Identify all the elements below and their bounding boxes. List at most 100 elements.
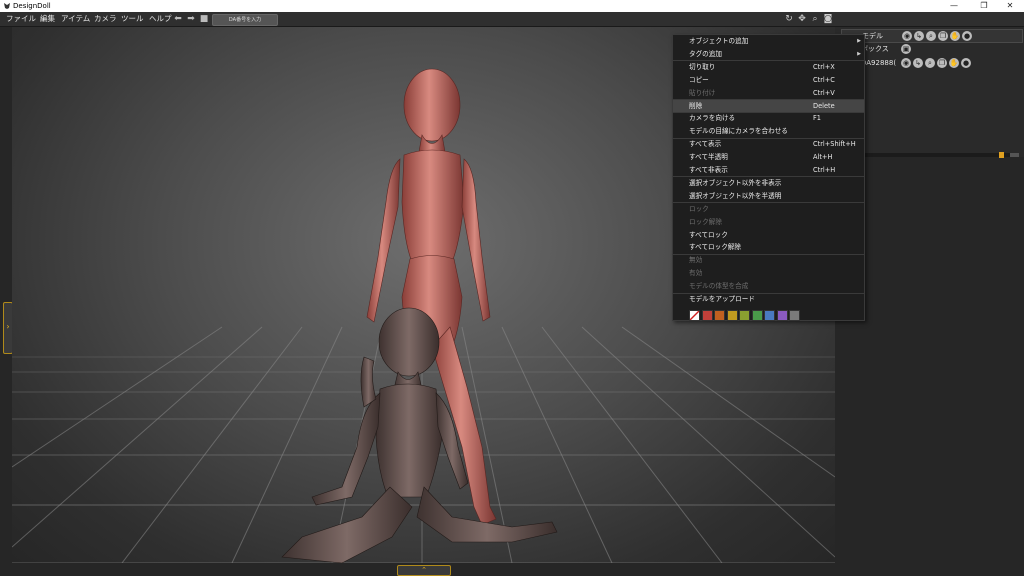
context-menu-item[interactable]: オブジェクトの追加 ▶ [673, 35, 864, 48]
context-menu-item[interactable]: すべてロック解除 [673, 241, 864, 254]
context-menu-item-label: 削除 [689, 101, 703, 110]
context-menu-item-label: すべてロック解除 [689, 243, 742, 252]
no-color-icon [689, 310, 700, 321]
bottom-panel-gutter: ⌃ [12, 563, 835, 576]
menu-edit[interactable]: 編集 [40, 13, 55, 25]
context-menu-item-label: 無効 [689, 256, 703, 265]
context-menu-item[interactable]: モデルをアップロード [673, 293, 864, 306]
context-menu-item-label: モデルの目線にカメラを合わせる [689, 127, 788, 136]
rotate-icon[interactable]: ↻ [784, 14, 794, 24]
eye-icon[interactable]: ◉ [901, 58, 911, 68]
bottom-panel-toggle[interactable]: ⌃ [397, 565, 451, 576]
back-arrow-icon[interactable]: ⬅ [172, 14, 184, 24]
color-swatch[interactable] [776, 310, 788, 321]
context-menu-item[interactable]: すべて非表示 Ctrl+H [673, 164, 864, 177]
copy-icon[interactable]: ❐ [938, 31, 948, 41]
search-icon[interactable]: ⌕ [926, 31, 936, 41]
row-icons: ▣ [901, 43, 913, 55]
app-logo-icon [4, 3, 10, 9]
context-menu-shortcut: Ctrl+H [813, 166, 836, 174]
context-menu-shortcut: F1 [813, 114, 821, 123]
slider-end [1010, 153, 1019, 157]
context-menu-item[interactable]: 削除 Delete [673, 99, 864, 113]
menu-camera[interactable]: カメラ [94, 13, 117, 25]
context-menu-item: 無効 [673, 254, 864, 267]
context-menu-item: ロック解除 [673, 216, 864, 229]
context-menu-item[interactable]: タグの追加 ▶ [673, 48, 864, 61]
context-menu-item[interactable]: すべて表示 Ctrl+Shift+H [673, 138, 864, 151]
camera-icon[interactable]: ◙ [823, 14, 833, 24]
color-swatch[interactable] [714, 310, 725, 321]
tree-row-label: DA92888( [861, 59, 897, 67]
context-menu-item[interactable]: コピー Ctrl+C [673, 74, 864, 87]
lock-icon[interactable]: ● [962, 31, 972, 41]
context-menu-item-label: 選択オブジェクト以外を非表示 [689, 178, 782, 187]
da-number-input[interactable]: DA番号を入力 [212, 14, 278, 26]
context-menu-item[interactable]: カメラを向ける F1 [673, 112, 864, 125]
app-title: DesignDoll [13, 2, 51, 10]
color-swatch[interactable] [764, 310, 775, 321]
tree-row-model[interactable]: モデル ◉ ↳ ⌕ ❐ ✋ ● [841, 29, 1023, 43]
move-icon[interactable]: ✥ [797, 14, 807, 24]
context-menu-item-label: ロック解除 [689, 217, 722, 226]
title-bar: DesignDoll — ❐ ✕ [0, 0, 1024, 12]
context-menu-item-label: すべて表示 [689, 140, 722, 149]
color-swatch[interactable] [739, 310, 750, 321]
context-menu-item[interactable]: 切り取り Ctrl+X [673, 61, 864, 74]
context-menu-item-label: すべて半透明 [689, 153, 728, 162]
context-menu-item[interactable]: モデルの目線にカメラを合わせる [673, 125, 864, 138]
zoom-icon[interactable]: ⌕ [810, 14, 820, 24]
link-icon[interactable]: ↳ [913, 58, 923, 68]
no-color-swatch[interactable] [689, 310, 700, 321]
context-menu-shortcut: Ctrl+X [813, 62, 835, 71]
context-menu-item[interactable]: 選択オブジェクト以外を半透明 [673, 190, 864, 203]
tree-row-label: ボックス [861, 45, 889, 53]
tree-row-da-model[interactable]: DA92888( ◉ ↳ ⌕ ❐ ✋ ● [841, 57, 1021, 69]
menu-bar: ファイル 編集 アイテム カメラ ツール ヘルプ ⬅ ➡ ■ [0, 12, 1024, 27]
context-menu-item-label: カメラを向ける [689, 114, 736, 123]
copy-icon[interactable]: ❐ [937, 58, 947, 68]
context-menu-shortcut: Alt+H [813, 153, 833, 162]
menu-help[interactable]: ヘルプ [149, 13, 172, 25]
tree-row-box[interactable]: ボックス ▣ [841, 43, 1021, 55]
slider-thumb[interactable] [999, 152, 1004, 158]
menu-file[interactable]: ファイル [6, 13, 36, 25]
close-button[interactable]: ✕ [996, 0, 1024, 12]
color-swatch[interactable] [726, 310, 738, 321]
context-menu-item: 有効 [673, 267, 864, 280]
row-icons: ◉ ↳ ⌕ ❐ ✋ ● [902, 30, 974, 42]
lock-icon[interactable]: ● [961, 58, 971, 68]
context-menu-item[interactable]: 選択オブジェクト以外を非表示 [673, 177, 864, 190]
menu-item[interactable]: アイテム [61, 13, 90, 25]
context-menu-item[interactable]: すべて半透明 Alt+H [673, 151, 864, 164]
context-menu-item-label: 貼り付け [689, 88, 716, 97]
minimize-button[interactable]: — [940, 0, 968, 12]
context-menu-shortcut: Ctrl+V [813, 88, 835, 97]
submenu-arrow-icon: ▶ [857, 50, 861, 57]
color-swatch[interactable] [751, 310, 763, 321]
context-menu-item-label: オブジェクトの追加 [689, 37, 749, 45]
search-icon[interactable]: ⌕ [925, 58, 935, 68]
box-icon[interactable]: ▣ [901, 44, 911, 54]
color-swatch[interactable] [701, 310, 713, 321]
context-menu-item: 貼り付け Ctrl+V [673, 87, 864, 100]
context-menu-item-label: タグの追加 [689, 49, 722, 58]
context-menu-item-label: ロック [689, 204, 709, 213]
context-menu-item[interactable]: すべてロック [673, 229, 864, 242]
link-icon[interactable]: ↳ [914, 31, 924, 41]
context-menu-item-label: すべて非表示 [689, 166, 728, 174]
context-menu-item-label: 有効 [689, 269, 703, 278]
context-menu-item-label: すべてロック [689, 230, 728, 239]
eye-icon[interactable]: ◉ [902, 31, 912, 41]
color-swatch[interactable] [789, 310, 800, 321]
left-panel-gutter: › [0, 27, 13, 576]
hand-icon[interactable]: ✋ [950, 31, 960, 41]
forward-arrow-icon[interactable]: ➡ [185, 14, 197, 24]
context-menu-shortcut: Delete [813, 101, 835, 110]
kneeling-doll-model[interactable] [281, 307, 558, 563]
hand-icon[interactable]: ✋ [949, 58, 959, 68]
video-camera-icon[interactable]: ■ [198, 14, 210, 24]
row-icons: ◉ ↳ ⌕ ❐ ✋ ● [901, 57, 973, 69]
menu-tools[interactable]: ツール [121, 13, 144, 25]
maximize-button[interactable]: ❐ [970, 0, 998, 12]
